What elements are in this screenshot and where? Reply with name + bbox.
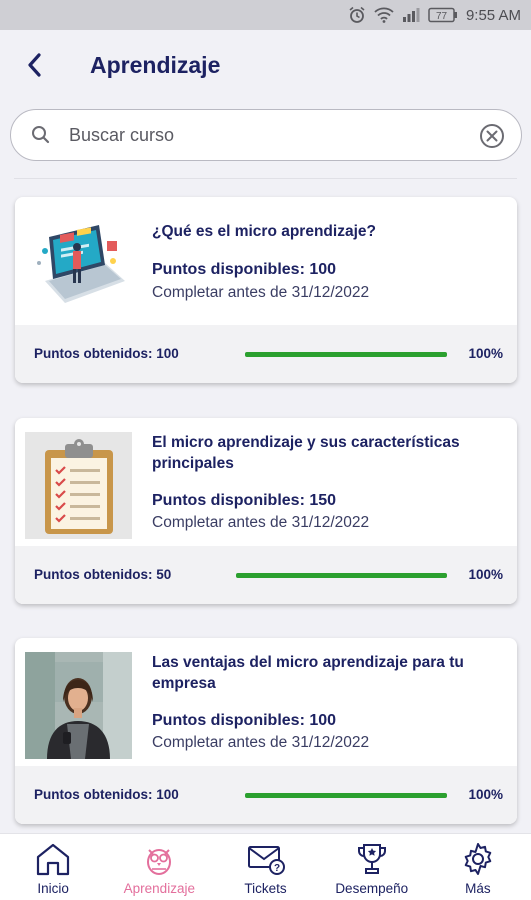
course-thumbnail	[25, 211, 132, 318]
page-title: Aprendizaje	[90, 52, 221, 78]
points-earned: Puntos obtenidos: 50	[34, 567, 172, 582]
laptop-dashboard-illustration	[37, 225, 125, 303]
course-card[interactable]: El micro aprendizaje y sus característic…	[15, 418, 517, 604]
course-progress-footer: Puntos obtenidos: 100 100%	[15, 325, 517, 383]
course-progress-footer: Puntos obtenidos: 50 100%	[15, 546, 517, 604]
course-points: Puntos disponibles: 150	[152, 492, 337, 509]
search-bar[interactable]	[10, 109, 522, 161]
progress-bar	[245, 793, 447, 798]
bottom-navigation: Inicio Aprendizaje ? Tickets Desempeño M…	[0, 833, 531, 900]
course-card[interactable]: Las ventajas del micro aprendizaje para …	[15, 638, 517, 824]
course-points: Puntos disponibles: 100	[152, 712, 337, 729]
back-button[interactable]	[20, 50, 50, 80]
nav-item-aprendizaje[interactable]: Aprendizaje	[106, 834, 212, 900]
course-deadline: Completar antes de 31/12/2022	[152, 734, 370, 751]
course-thumbnail	[25, 432, 132, 539]
divider	[14, 178, 517, 179]
businesswoman-photo	[25, 652, 132, 759]
status-bar: 77 9:55 AM	[0, 0, 531, 30]
mail-question-icon: ?	[247, 846, 285, 875]
progress-bar	[236, 573, 447, 578]
app-header: Aprendizaje	[0, 30, 531, 102]
progress-bar	[245, 352, 447, 357]
points-earned: Puntos obtenidos: 100	[34, 787, 179, 802]
owl-icon	[147, 849, 172, 875]
nav-label: Aprendizaje	[123, 881, 195, 896]
points-earned: Puntos obtenidos: 100	[34, 346, 179, 361]
course-points: Puntos disponibles: 100	[152, 261, 337, 278]
nav-item-mas[interactable]: Más	[425, 834, 531, 900]
signal-icon	[402, 7, 420, 23]
nav-item-desempeno[interactable]: Desempeño	[319, 834, 425, 900]
course-progress-footer: Puntos obtenidos: 100 100%	[15, 766, 517, 824]
course-deadline: Completar antes de 31/12/2022	[152, 514, 370, 531]
course-card[interactable]: ¿Qué es el micro aprendizaje? Puntos dis…	[15, 197, 517, 383]
status-time: 9:55 AM	[465, 6, 521, 24]
home-icon	[36, 843, 70, 876]
course-thumbnail	[25, 652, 132, 759]
search-icon	[31, 125, 51, 150]
nav-label: Inicio	[37, 881, 69, 896]
progress-percent: 100%	[468, 567, 503, 582]
battery-icon: 77	[428, 7, 458, 23]
nav-label: Tickets	[244, 881, 287, 896]
clear-search-button[interactable]	[479, 123, 505, 154]
wifi-icon	[374, 7, 394, 23]
gear-icon	[464, 843, 492, 875]
search-input[interactable]	[69, 122, 469, 148]
clipboard-checklist-illustration	[45, 439, 113, 534]
svg-text:?: ?	[273, 863, 279, 874]
progress-percent: 100%	[468, 346, 503, 361]
trophy-icon	[357, 844, 386, 874]
nav-item-tickets[interactable]: ? Tickets	[212, 834, 318, 900]
svg-text:77: 77	[436, 11, 448, 22]
progress-percent: 100%	[468, 787, 503, 802]
chevron-left-icon	[28, 53, 41, 77]
course-title: ¿Qué es el micro aprendizaje?	[152, 223, 376, 240]
nav-label: Más	[465, 881, 491, 896]
close-circle-icon	[480, 124, 504, 148]
course-title: Las ventajas del micro aprendizaje para …	[152, 654, 464, 692]
nav-label: Desempeño	[335, 881, 409, 896]
nav-item-inicio[interactable]: Inicio	[0, 834, 106, 900]
course-title: El micro aprendizaje y sus característic…	[152, 434, 460, 472]
alarm-icon	[348, 6, 366, 24]
course-deadline: Completar antes de 31/12/2022	[152, 284, 370, 301]
